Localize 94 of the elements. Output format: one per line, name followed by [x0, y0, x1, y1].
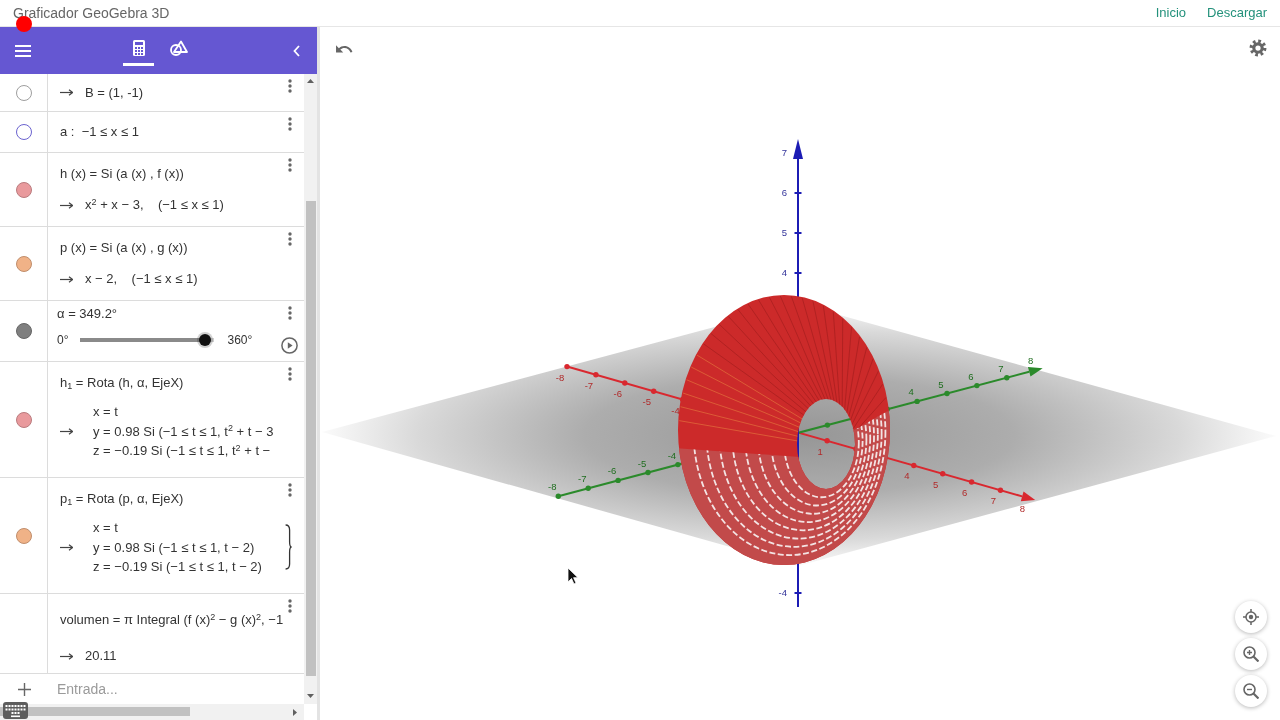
axis-tick-label: 5: [781, 227, 787, 238]
more-options-icon[interactable]: [288, 79, 292, 93]
result-text: x$^{2}$ + x − 3, (−1 ≤ x ≤ 1): [85, 195, 224, 214]
axis-tick-label: -4: [778, 587, 787, 598]
vertical-scrollbar[interactable]: [304, 74, 317, 704]
more-options-icon[interactable]: [288, 158, 292, 172]
output-arrow-icon: [60, 275, 73, 283]
marker-dot-icon[interactable]: [15, 84, 32, 101]
axis-tick-label: -4: [671, 404, 680, 416]
slider-max-label: 360°: [227, 333, 253, 347]
definition-text: a : −1 ≤ x ≤ 1: [60, 123, 139, 141]
definition-text: α = 349.2°: [57, 305, 118, 323]
recenter-button[interactable]: [1235, 601, 1267, 633]
marker-dot-icon[interactable]: [15, 124, 32, 140]
circle-triangle-icon: [169, 40, 188, 56]
marker-dot-icon[interactable]: [15, 323, 32, 339]
axis-tick-label: 5: [938, 378, 944, 390]
marker-dot-icon[interactable]: [15, 411, 32, 428]
output-arrow-icon: [60, 89, 73, 96]
axis-tick-label: 7: [998, 362, 1004, 374]
more-options-icon[interactable]: [288, 306, 292, 320]
marker-dot-icon[interactable]: [15, 181, 32, 198]
result-line: y = 0.98 Si (−1 ≤ t ≤ 1, t$^{2}$ + t − 3: [93, 422, 274, 441]
play-icon[interactable]: [281, 336, 299, 354]
axis-tick-label: 4: [781, 267, 787, 278]
axis-tick-label: 7: [990, 495, 997, 507]
axis-tick-label: 8: [1028, 354, 1034, 366]
definition-text: volumen = π Integral (f (x)$^{2}$ − g (x)$^{2}$, −1: [60, 610, 284, 629]
marker-dot-icon[interactable]: [15, 255, 32, 272]
output-arrow-icon: [60, 652, 73, 660]
slider-thumb[interactable]: [198, 334, 211, 346]
axis-tick-label: 1: [817, 445, 823, 457]
output-arrow-icon: [60, 201, 73, 209]
more-options-icon[interactable]: [288, 483, 292, 497]
result-line: x = t: [93, 519, 119, 537]
result-text: x − 2, (−1 ≤ x ≤ 1): [85, 270, 198, 288]
recording-dot-icon: [16, 16, 32, 32]
axis-tick-label: -4: [667, 449, 677, 461]
more-options-icon[interactable]: [288, 599, 292, 613]
axis-tick-label: 6: [968, 370, 974, 382]
scroll-down-icon[interactable]: [307, 694, 314, 698]
axis-tick-label: -5: [642, 396, 651, 408]
zoom-out-button[interactable]: [1235, 675, 1267, 707]
mouse-pointer-icon: [567, 567, 579, 585]
scroll-up-icon[interactable]: [307, 79, 314, 83]
definition-text: p (x) = Si (a (x) , g (x)): [60, 239, 188, 257]
result-line: y = 0.98 Si (−1 ≤ t ≤ 1, t − 2): [93, 538, 256, 557]
nav-link[interactable]: Inicio: [1155, 5, 1187, 21]
axis-tick-label: 5: [933, 478, 939, 490]
chevron-left-icon[interactable]: [292, 44, 300, 57]
horizontal-scrollbar[interactable]: [0, 704, 304, 720]
axis-tick-label: -5: [637, 457, 647, 469]
scroll-right-icon[interactable]: [293, 709, 297, 716]
output-arrow-icon: [60, 543, 73, 551]
keyboard-icon[interactable]: [3, 702, 28, 719]
result-line: z = −0.19 Si (−1 ≤ t ≤ 1, t$^{2}$ + t −: [93, 441, 272, 460]
axis-tick-label: 4: [908, 386, 914, 398]
zoom-in-button[interactable]: [1235, 638, 1267, 670]
axis-tick-label: 4: [904, 470, 910, 482]
axis-tick-label: 8: [1019, 503, 1026, 515]
result-line: x = t: [93, 403, 119, 421]
nav-link[interactable]: Descargar: [1207, 5, 1267, 21]
undo-icon[interactable]: [336, 45, 353, 53]
result-text: 20.11: [85, 647, 117, 665]
definition-text: p$_{1}$ = Rota (p, α, EjeX): [60, 490, 184, 508]
more-options-icon[interactable]: [288, 232, 292, 246]
axis-tick-label: 6: [781, 187, 787, 198]
zoom-out-icon: [1243, 683, 1259, 699]
crosshair-icon: [1243, 609, 1259, 625]
app-title: Graficador GeoGebra 3D: [13, 5, 170, 21]
more-options-icon[interactable]: [288, 367, 292, 381]
plus-icon[interactable]: [17, 682, 31, 696]
menu-icon[interactable]: [15, 44, 31, 57]
definition-text: h$_{1}$ = Rota (h, α, EjeX): [60, 374, 184, 392]
settings-icon[interactable]: [1249, 39, 1267, 57]
result-line: z = −0.19 Si (−1 ≤ t ≤ 1, t − 2): [93, 558, 262, 576]
axis-tick-label: -8: [548, 481, 557, 493]
more-options-icon[interactable]: [288, 117, 292, 131]
axis-tick-label: -7: [584, 379, 594, 391]
input-field[interactable]: Entrada...: [57, 678, 287, 700]
axis-tick-label: -7: [577, 473, 587, 485]
axis-tick-label: -6: [613, 388, 623, 400]
calculator-icon: [132, 40, 145, 56]
slider-min-label: 0°: [57, 333, 69, 347]
definition-text: h (x) = Si (a (x) , f (x)): [60, 165, 184, 183]
axis-tick-label: -6: [607, 465, 617, 477]
marker-dot-icon[interactable]: [15, 527, 32, 544]
axis-tick-label: 6: [961, 486, 968, 498]
axis-tick-label: 7: [781, 147, 787, 158]
scrollbar-thumb[interactable]: [305, 201, 316, 676]
result-text: B = (1, -1): [85, 83, 144, 102]
axis-tick-label: -8: [555, 371, 565, 383]
output-arrow-icon: [60, 427, 73, 435]
zoom-in-icon: [1243, 646, 1259, 662]
